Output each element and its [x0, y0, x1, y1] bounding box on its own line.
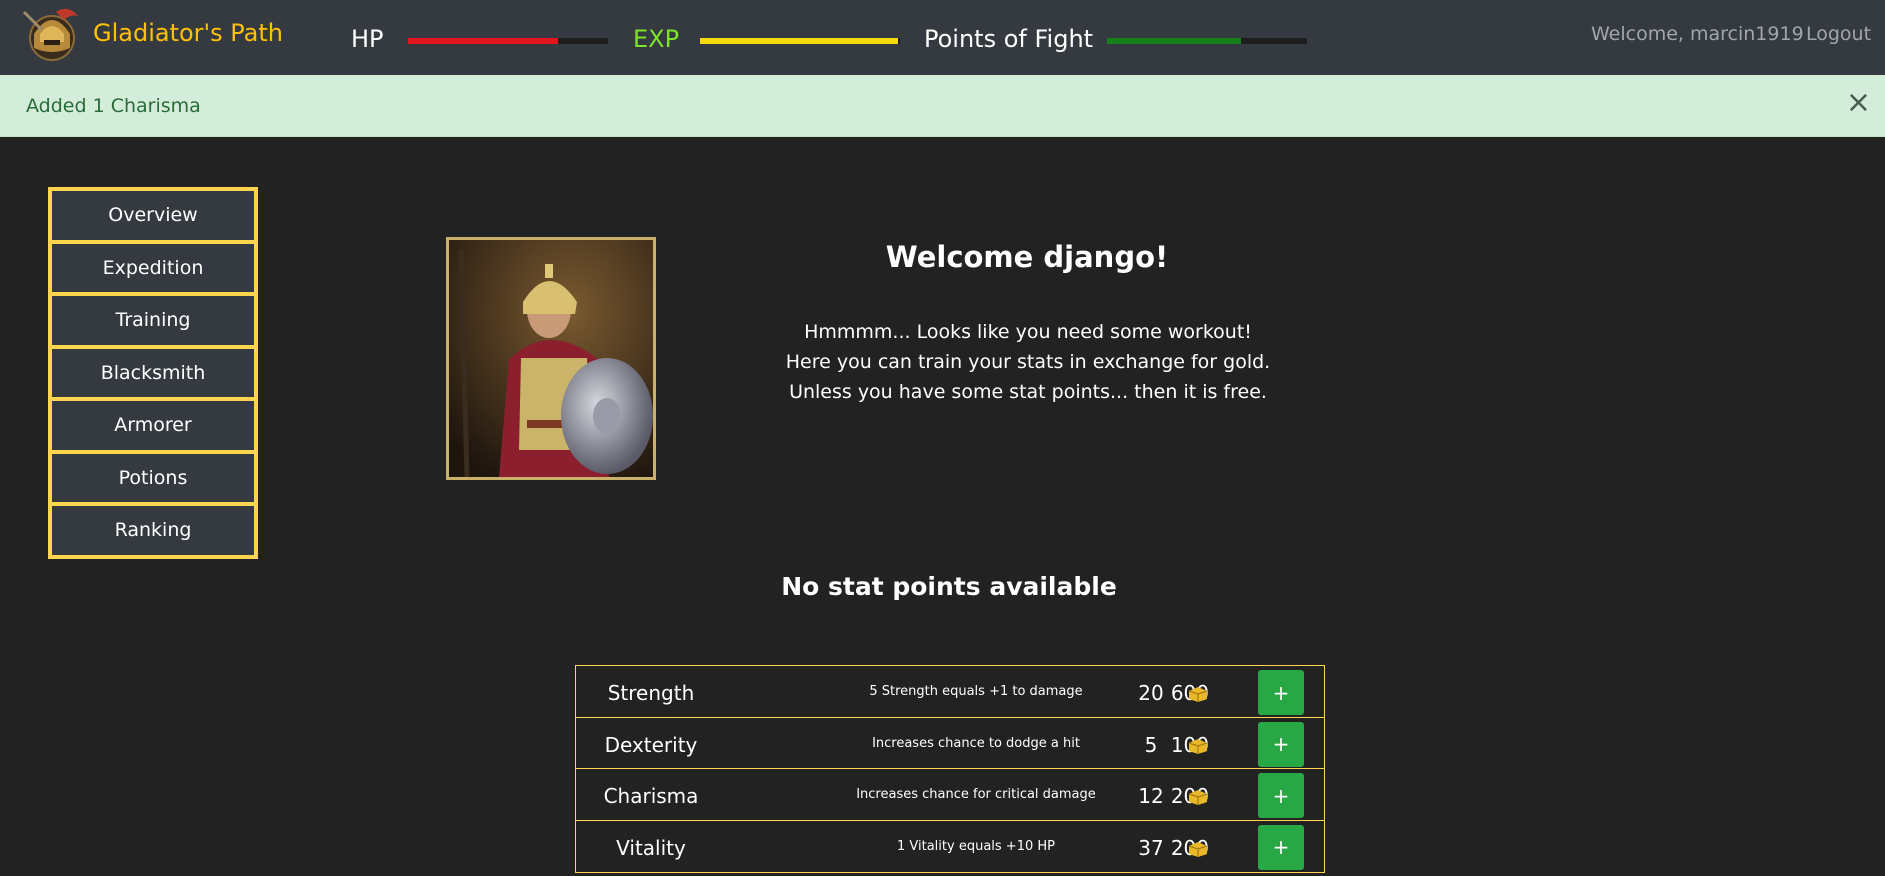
gold-coins-icon	[1188, 790, 1208, 805]
hp-bar-fill	[408, 38, 558, 44]
stat-row-charisma: Charisma Increases chance for critical d…	[576, 769, 1324, 821]
sidebar-item-ranking[interactable]: Ranking	[50, 504, 256, 557]
exp-label: EXP	[633, 25, 680, 53]
gladiator-helmet-icon[interactable]	[20, 4, 84, 68]
sidebar-item-overview[interactable]: Overview	[50, 189, 256, 242]
stat-row-vitality: Vitality 1 Vitality equals +10 HP 37 200…	[576, 821, 1324, 873]
alert-message: Added 1 Charisma	[26, 95, 201, 117]
sidebar-item-expedition[interactable]: Expedition	[50, 241, 256, 294]
sidebar-item-potions[interactable]: Potions	[50, 451, 256, 504]
welcome-line: Unless you have some stat points... then…	[789, 381, 1267, 403]
gold-coins-icon	[1188, 841, 1208, 857]
points-of-fight-label: Points of Fight	[924, 25, 1094, 53]
welcome-heading: Welcome django!	[885, 240, 1169, 274]
add-vitality-button[interactable]: +	[1258, 824, 1304, 870]
gladiator-portrait-image	[449, 240, 653, 477]
exp-bar-fill	[700, 38, 898, 44]
gladiator-portrait	[446, 237, 656, 480]
stats-table: Strength 5 Strength equals +1 to damage …	[575, 665, 1325, 873]
sidebar-item-blacksmith[interactable]: Blacksmith	[50, 346, 256, 399]
exp-bar	[700, 38, 900, 44]
logout-link[interactable]: Logout	[1806, 23, 1871, 45]
welcome-message: Hmmmm... Looks like you need some workou…	[728, 317, 1328, 407]
welcome-user-link[interactable]: Welcome, marcin1919	[1591, 23, 1804, 45]
points-of-fight-bar	[1107, 38, 1307, 44]
top-navbar: Gladiator's Path HP EXP Points of Fight …	[0, 0, 1885, 75]
stat-name: Dexterity	[604, 732, 698, 757]
points-of-fight-bar-fill	[1107, 38, 1241, 44]
welcome-line: Here you can train your stats in exchang…	[785, 351, 1271, 373]
add-charisma-button[interactable]: +	[1258, 773, 1304, 818]
sidebar-item-training[interactable]: Training	[50, 294, 256, 347]
stat-name: Vitality	[616, 835, 686, 860]
stat-row-dexterity: Dexterity Increases chance to dodge a hi…	[576, 718, 1324, 769]
brand-title[interactable]: Gladiator's Path	[93, 19, 283, 47]
sidebar-nav: Overview Expedition Training Blacksmith …	[48, 187, 258, 559]
stat-points-heading: No stat points available	[781, 572, 1117, 601]
stat-name: Strength	[607, 681, 695, 705]
stat-name: Charisma	[603, 784, 699, 808]
close-icon[interactable]: ×	[1846, 88, 1871, 118]
add-strength-button[interactable]: +	[1258, 670, 1304, 715]
sidebar-item-armorer[interactable]: Armorer	[50, 399, 256, 452]
hp-label: HP	[351, 25, 384, 53]
success-alert: Added 1 Charisma ×	[0, 75, 1885, 137]
stat-row-strength: Strength 5 Strength equals +1 to damage …	[576, 666, 1324, 718]
hp-bar	[408, 38, 608, 44]
welcome-line: Hmmmm... Looks like you need some workou…	[804, 321, 1252, 343]
gold-coins-icon	[1188, 687, 1208, 702]
add-dexterity-button[interactable]: +	[1258, 721, 1304, 767]
gold-coins-icon	[1188, 738, 1208, 754]
